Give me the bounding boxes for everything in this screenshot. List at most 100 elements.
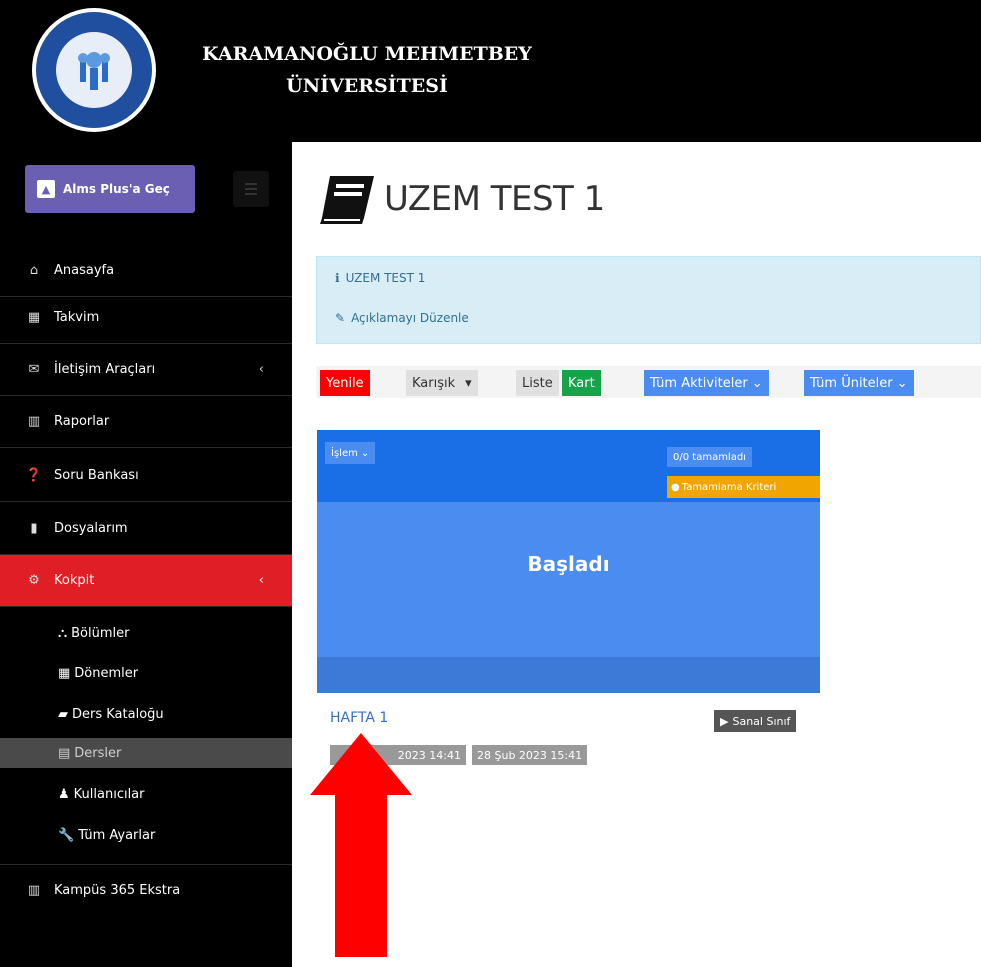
sidebar-item-label: Anasayfa [54,263,115,278]
page-title: UZEM TEST 1 [316,172,605,226]
mixed-dropdown[interactable]: Karışık ▾ [406,370,478,396]
sidebar-item-dosyalarim[interactable]: ▮ Dosyalarım [0,503,292,555]
end-date-badge: 28 Şub 2023 15:41 [472,745,588,765]
logo-inner [56,32,132,108]
info-icon: ℹ [335,271,340,285]
sidebar-item-label: Takvim [54,310,100,325]
sidebar-item-takvim[interactable]: ▦ Takvim [0,292,292,344]
all-activities-label: Tüm Aktiviteler [650,375,748,391]
sidebar-item-label: İletişim Araçları [54,362,156,377]
sidebar: ▲ Alms Plus'a Geç ⌂ Anasayfa ▦ Takvim ✉ … [0,142,292,967]
hamburger-line [245,183,257,185]
card-status: Başladı [527,552,610,576]
book-icon: ▤ [58,745,71,761]
virtual-class-badge[interactable]: ▶ Sanal Sınıf [714,710,797,732]
calendar-icon: ▦ [27,310,41,325]
all-units-label: Tüm Üniteler [810,375,893,391]
sidebar-subitem-tum-ayarlar[interactable]: 🔧 Tüm Ayarlar [58,828,155,843]
sidebar-item-anasayfa[interactable]: ⌂ Anasayfa [0,245,292,297]
question-icon: ❓ [25,468,43,483]
page-title-text: UZEM TEST 1 [384,179,605,219]
logo-ring [36,12,152,128]
card-header: İşlem ⌄ 0/0 tamamladı ● Tamamlama Kriter… [317,430,820,502]
university-name-line2: ÜNİVERSİTESİ [286,75,448,97]
sidebar-subitem-label: Dersler [74,745,122,761]
alms-plus-button[interactable]: ▲ Alms Plus'a Geç [25,165,195,213]
sidebar-subitem-label: Dönemler [74,666,139,681]
sidebar-item-label: Raporlar [54,414,110,429]
week-link[interactable]: HAFTA 1 [330,710,388,726]
info-circle-icon: ● [671,481,680,493]
university-name-line1: KARAMANOĞLU MEHMETBEY [202,43,532,65]
completion-criteria-badge[interactable]: ● Tamamlama Kriteri [667,476,820,498]
university-logo[interactable] [32,8,156,132]
virtual-class-label: Sanal Sınıf [732,714,791,728]
edit-description-label: Açıklamayı Düzenle [351,311,469,325]
file-icon: ▮ [30,521,38,536]
edit-description-link[interactable]: ✎ Açıklamayı Düzenle [335,311,469,325]
all-activities-dropdown[interactable]: Tüm Aktiviteler ⌄ [644,370,769,396]
hamburger-line [245,188,257,190]
users-icon: ♟ [58,787,70,802]
chart-icon: ▥ [27,883,41,898]
sidebar-toggle-button[interactable] [233,171,269,207]
sidebar-item-label: Kokpit [54,573,95,588]
sidebar-subitem-label: Kullanıcılar [73,787,145,802]
sidebar-item-soru-bankasi[interactable]: ❓ Soru Bankası [0,450,292,502]
sidebar-item-raporlar[interactable]: ▥ Raporlar [0,396,292,448]
cogs-icon: ⚙ [28,573,40,588]
sidebar-subitem-dersler[interactable]: ▤ Dersler [0,738,292,768]
refresh-label: Yenile [326,375,364,391]
info-box: ℹ UZEM TEST 1 ✎ Açıklamayı Düzenle [316,256,981,344]
edit-icon: ✎ [335,311,346,325]
sidebar-item-iletisim[interactable]: ✉ İletişim Araçları ‹ [0,344,292,396]
action-dropdown[interactable]: İşlem ⌄ [325,442,376,464]
arrow-shaft [335,795,387,957]
sidebar-item-label: Kampüs 365 Ekstra [54,883,181,898]
alms-logo-icon: ▲ [37,180,55,198]
info-title-text: UZEM TEST 1 [345,271,426,285]
envelope-icon: ✉ [28,362,40,377]
university-name: KARAMANOĞLU MEHMETBEY ÜNİVERSİTESİ [172,38,562,102]
home-icon: ⌂ [29,263,39,278]
sidebar-subitem-ders-katalogu[interactable]: ▰ Ders Kataloğu [58,707,164,722]
sidebar-item-label: Soru Bankası [54,468,139,483]
week-card[interactable]: İşlem ⌄ 0/0 tamamladı ● Tamamlama Kriter… [317,430,820,693]
book-icon [320,176,374,224]
tree-icon [78,52,110,90]
caret-down-icon: ▾ [465,375,472,391]
wrench-icon: 🔧 [58,828,75,843]
chevron-left-icon: ‹ [258,573,264,588]
mixed-label: Karışık [412,375,456,391]
list-view-button[interactable]: Liste [516,370,559,396]
video-camera-icon: ▶ [720,714,729,728]
sidebar-subitem-bolumler[interactable]: ⛬ Bölümler [58,626,129,641]
toolbar: Yenile Karışık ▾ Liste Kart Tüm Aktivite… [316,366,981,398]
all-units-dropdown[interactable]: Tüm Üniteler ⌄ [804,370,914,396]
info-title: ℹ UZEM TEST 1 [335,271,425,285]
sidebar-item-kampus-365[interactable]: ▥ Kampüs 365 Ekstra [0,864,292,916]
chevron-down-icon: ⌄ [751,375,763,391]
sidebar-subitem-kullanicilar[interactable]: ♟ Kullanıcılar [58,787,145,802]
chevron-down-icon: ⌄ [360,447,370,459]
sidebar-subitem-donemler[interactable]: ▦ Dönemler [58,666,138,681]
action-label: İşlem [331,447,358,459]
completion-label: 0/0 tamamladı [673,451,746,463]
sidebar-item-label: Dosyalarım [54,521,128,536]
refresh-button[interactable]: Yenile [320,370,370,396]
sidebar-subitem-label: Tüm Ayarlar [78,828,156,843]
top-header: KARAMANOĞLU MEHMETBEY ÜNİVERSİTESİ [0,0,981,142]
alms-plus-label: Alms Plus'a Geç [63,182,170,196]
card-label: Kart [568,375,595,391]
sidebar-subitem-label: Ders Kataloğu [72,707,164,722]
hamburger-line [245,193,257,195]
chevron-left-icon: ‹ [258,362,264,377]
sidebar-item-kokpit[interactable]: ⚙ Kokpit ‹ [0,555,292,607]
card-body: Başladı [317,502,820,657]
folder-open-icon: ▰ [58,707,68,722]
completion-criteria-label: Tamamlama Kriteri [681,481,777,493]
card-view-button[interactable]: Kart [562,370,601,396]
list-label: Liste [522,375,553,391]
calendar-icon: ▦ [58,666,71,681]
sitemap-icon: ⛬ [58,626,68,641]
